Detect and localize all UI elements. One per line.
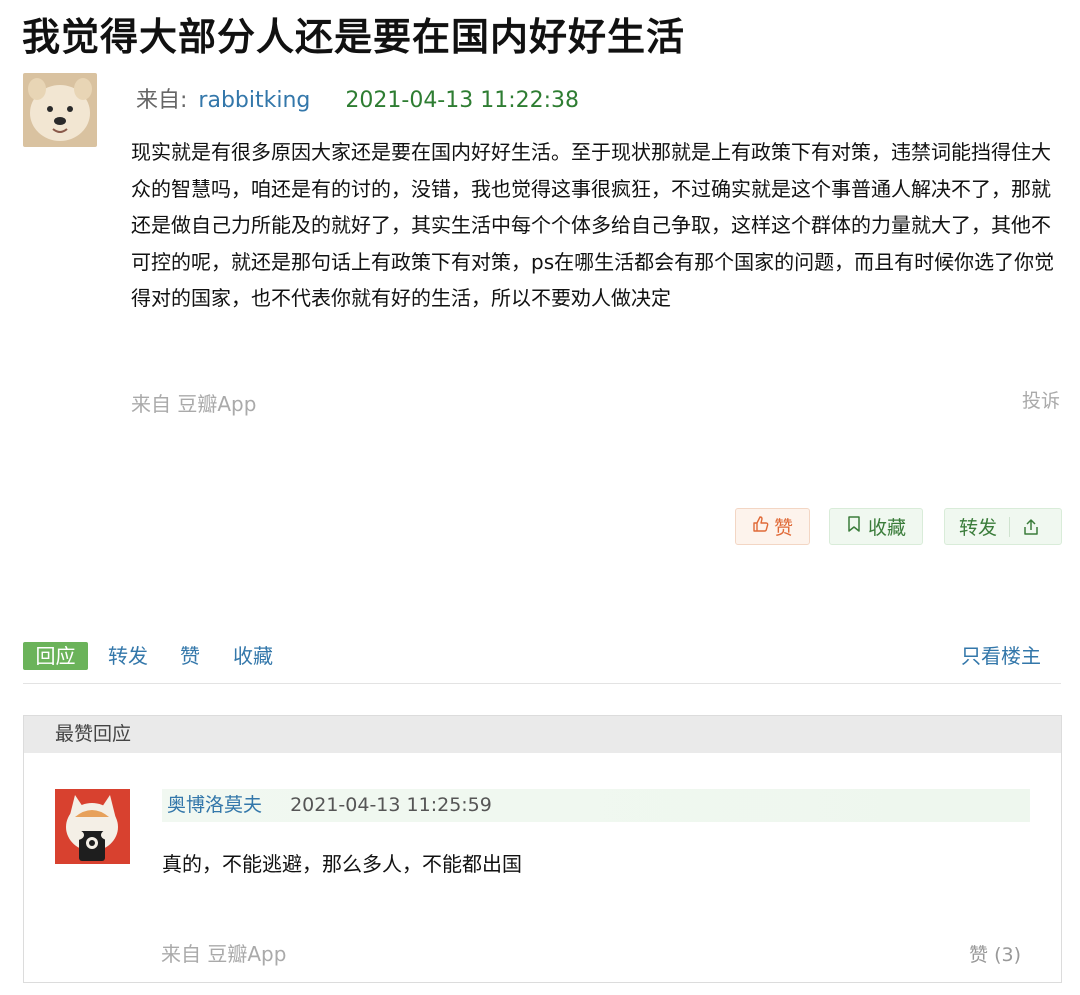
reply-author-avatar[interactable] [55,789,130,864]
tab-repost[interactable]: 转发 [108,642,148,670]
top-replies-header: 最赞回应 [24,716,1061,753]
reply-source: 来自 豆瓣App [161,942,287,966]
share-button-group[interactable]: 转发 [944,508,1062,545]
reply-timestamp: 2021-04-13 11:25:59 [290,794,492,816]
tab-collect[interactable]: 收藏 [233,642,273,670]
author-avatar[interactable] [23,73,97,147]
like-button[interactable]: 赞 [735,508,810,545]
post-title: 我觉得大部分人还是要在国内好好生活 [22,15,686,59]
report-link[interactable]: 投诉 [1022,386,1060,413]
post-action-tabs: 回应 转发 赞 收藏 只看楼主 [23,642,1061,672]
reply-like-count[interactable]: 赞 (3) [969,940,1021,967]
author-prefix: 来自: [136,88,188,113]
share-icon[interactable] [1010,518,1040,536]
post-body: 现实就是有很多原因大家还是要在国内好好生活。至于现状那就是上有政策下有对策，违禁… [131,140,1055,310]
top-replies-section: 最赞回应 奥博洛莫夫 2021-04-13 11:25:59 真的，不能逃避，那… [23,715,1062,983]
only-op-link[interactable]: 只看楼主 [961,642,1041,670]
thumbs-up-icon [752,515,770,538]
author-name-link[interactable]: rabbitking [198,88,310,113]
collect-button[interactable]: 收藏 [829,508,923,545]
cat-avatar-image [55,789,130,864]
reply-author-link[interactable]: 奥博洛莫夫 [162,794,262,816]
post-timestamp: 2021-04-13 11:22:38 [345,88,580,113]
post-author-line: 来自: rabbitking 2021-04-13 11:22:38 [136,82,579,114]
bookmark-icon [846,515,862,538]
tab-like[interactable]: 赞 [180,642,200,670]
like-button-label: 赞 [773,517,793,539]
reply-text: 真的，不能逃避，那么多人，不能都出国 [162,852,522,876]
tab-reply[interactable]: 回应 [23,642,88,670]
post-source: 来自 豆瓣App [131,392,257,416]
share-button-label[interactable]: 转发 [945,513,1009,540]
dog-avatar-image [23,73,97,147]
reply-meta-bar: 奥博洛莫夫 2021-04-13 11:25:59 [162,789,1030,822]
section-divider [23,683,1061,684]
collect-button-label: 收藏 [867,517,906,539]
